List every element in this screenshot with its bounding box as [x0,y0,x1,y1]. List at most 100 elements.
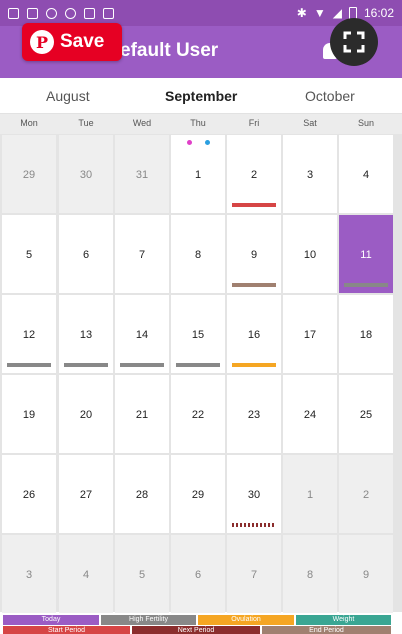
prev-month-tab[interactable]: August [46,88,90,104]
calendar-day-cell[interactable]: 4 [339,135,393,213]
cycle-indicator-bar [232,523,276,527]
page-title: efault User [120,40,219,61]
cycle-indicator-bar [232,363,276,367]
day-number: 12 [22,329,36,341]
calendar-day-cell[interactable]: 11 [339,215,393,293]
cycle-indicator-bar [344,283,388,287]
signal-icon: ◢ [332,6,342,20]
bluetooth-icon: ✱ [296,6,307,20]
calendar-day-cell[interactable]: 22 [171,375,225,453]
notification-icons [8,7,114,19]
calendar-day-cell[interactable]: 13 [59,295,113,373]
calendar-day-cell[interactable]: 2 [339,455,393,533]
calendar-day-cell[interactable]: 1 [171,135,225,213]
calendar-day-cell[interactable]: 19 [2,375,56,453]
day-number: 15 [191,329,205,341]
calendar-day-cell[interactable]: 8 [283,535,337,613]
calendar-day-cell[interactable]: 27 [59,455,113,533]
calendar-day-cell[interactable]: 29 [2,135,56,213]
expand-icon[interactable] [330,18,378,66]
calendar-day-cell[interactable]: 1 [283,455,337,533]
legend-start-period: Start Period [3,626,130,634]
next-month-tab[interactable]: October [305,88,355,104]
cycle-indicator-bar [176,363,220,367]
calendar-day-cell[interactable]: 16 [227,295,281,373]
day-number: 25 [359,409,373,421]
calendar-day-cell[interactable]: 25 [339,375,393,453]
calendar-day-cell[interactable]: 7 [227,535,281,613]
calendar-day-cell[interactable]: 18 [339,295,393,373]
legend-end-period: End Period [262,626,391,634]
weekday-label: Sun [357,118,374,128]
calendar-day-cell[interactable]: 5 [115,535,169,613]
day-number: 6 [194,569,202,581]
calendar-day-cell[interactable]: 2 [227,135,281,213]
legend-ovulation: Ovulation [198,615,294,625]
weekday-label: Fri [248,118,260,128]
legend: Today High Fertility Ovulation Weight St… [0,613,402,634]
note-dot [187,140,192,145]
day-number: 20 [79,409,93,421]
day-number: 30 [247,489,261,501]
app-bar: efault User P Save [0,18,402,78]
cycle-indicator-bar [64,363,108,367]
day-number: 21 [135,409,149,421]
day-number: 5 [25,249,33,261]
calendar-day-cell[interactable]: 3 [283,135,337,213]
status-time: 16:02 [363,6,394,20]
calendar-day-cell[interactable]: 31 [115,135,169,213]
calendar-day-cell[interactable]: 12 [2,295,56,373]
day-number: 7 [138,249,146,261]
calendar-day-cell[interactable]: 15 [171,295,225,373]
calendar-day-cell[interactable]: 24 [283,375,337,453]
calendar-day-cell[interactable]: 20 [59,375,113,453]
calendar-day-cell[interactable]: 9 [227,215,281,293]
cycle-indicator-bar [120,363,164,367]
day-number: 23 [247,409,261,421]
day-number: 14 [135,329,149,341]
calendar-day-cell[interactable]: 6 [59,215,113,293]
calendar-day-cell[interactable]: 8 [171,215,225,293]
calendar-day-cell[interactable]: 21 [115,375,169,453]
weekday-label: Mon [20,118,38,128]
calendar-day-cell[interactable]: 6 [171,535,225,613]
pinterest-save-button[interactable]: P Save [22,23,122,61]
day-number: 11 [360,249,372,261]
day-number: 28 [135,489,149,501]
wifi-icon: ▼ [313,6,326,20]
calendar-day-cell[interactable]: 29 [171,455,225,533]
cycle-indicator-bar [7,363,51,367]
calendar-day-cell[interactable]: 14 [115,295,169,373]
day-number: 26 [22,489,36,501]
day-number: 2 [362,489,370,501]
day-number: 19 [22,409,36,421]
calendar-day-cell[interactable]: 9 [339,535,393,613]
legend-weight: Weight [296,615,391,625]
calendar-day-cell[interactable]: 4 [59,535,113,613]
gallery-icon [27,7,38,19]
day-number: 2 [250,169,258,181]
calendar-day-cell[interactable]: 7 [115,215,169,293]
calendar-day-cell[interactable]: 5 [2,215,56,293]
day-number: 6 [82,249,90,261]
day-number: 9 [250,249,258,261]
day-number: 17 [303,329,317,341]
current-month-tab[interactable]: September [165,88,237,104]
day-number: 8 [306,569,314,581]
calendar-day-cell[interactable]: 28 [115,455,169,533]
calendar-day-cell[interactable]: 3 [2,535,56,613]
day-number: 30 [79,169,93,181]
calendar-day-cell[interactable]: 23 [227,375,281,453]
cycle-indicator-bar [232,283,276,287]
calendar-day-cell[interactable]: 17 [283,295,337,373]
day-number: 1 [194,169,202,181]
chat-icon [65,7,76,19]
weekday-label: Sat [303,118,317,128]
calendar-day-cell[interactable]: 30 [227,455,281,533]
calendar-day-cell[interactable]: 10 [283,215,337,293]
app-icon [46,7,57,19]
day-number: 4 [82,569,90,581]
calendar-day-cell[interactable]: 26 [2,455,56,533]
calendar-day-cell[interactable]: 30 [59,135,113,213]
month-navigation: August September October [0,78,402,114]
